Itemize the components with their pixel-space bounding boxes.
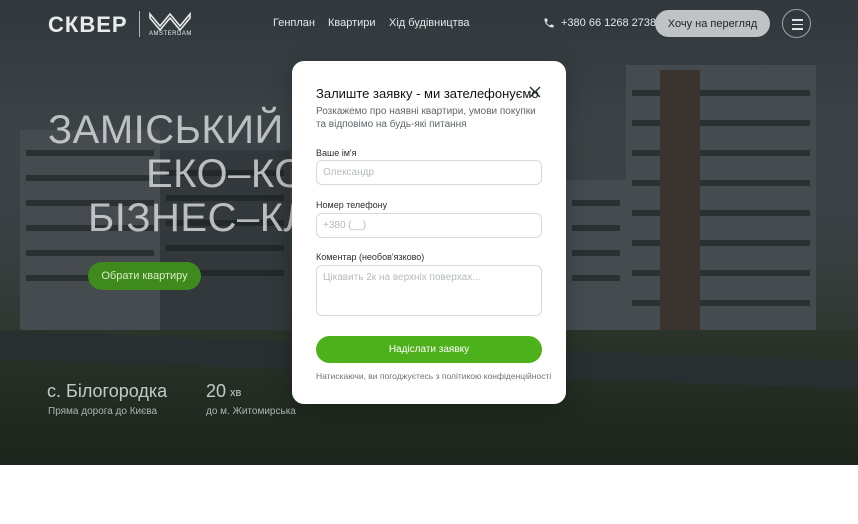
submit-request-button[interactable]: Надіслати заявку bbox=[316, 336, 542, 363]
travel-time-subtitle: до м. Житомирська bbox=[206, 406, 296, 417]
nav-apartments[interactable]: Квартири bbox=[328, 17, 376, 29]
comment-label: Коментар (необов'язково) bbox=[316, 252, 425, 262]
request-viewing-button[interactable]: Хочу на перегляд bbox=[655, 10, 770, 37]
menu-button[interactable] bbox=[782, 9, 811, 38]
privacy-consent-text: Натискаючи, ви погоджуєтесь з політикою … bbox=[316, 371, 552, 381]
name-input[interactable] bbox=[316, 160, 542, 185]
comment-textarea[interactable] bbox=[316, 265, 542, 316]
choose-apartment-button[interactable]: Обрати квартиру bbox=[88, 262, 201, 290]
nav-genplan[interactable]: Генплан bbox=[273, 17, 315, 29]
logo-subtitle: AMSTERDAM bbox=[149, 31, 192, 37]
logo[interactable]: СКВЕР bbox=[48, 12, 128, 38]
phone-input[interactable] bbox=[316, 213, 542, 238]
callback-modal: Залиште заявку - ми зателефонуємо Розкаж… bbox=[292, 61, 566, 404]
site-header: СКВЕР AMSTERDAM Генплан Квартири Хід буд… bbox=[0, 0, 858, 48]
travel-time-unit: хв bbox=[230, 387, 242, 399]
location-subtitle: Пряма дорога до Києва bbox=[48, 406, 158, 417]
menu-icon bbox=[792, 19, 803, 21]
phone-number[interactable]: +380 66 1268 2738 bbox=[561, 17, 656, 29]
modal-description: Розкажемо про наявні квартири, умови пок… bbox=[316, 106, 536, 130]
name-label: Ваше ім'я bbox=[316, 148, 357, 158]
menu-icon bbox=[792, 28, 803, 30]
logo-divider bbox=[139, 11, 140, 37]
headline-line-1: ЗАМІСЬКИЙ bbox=[48, 108, 284, 152]
menu-icon bbox=[792, 23, 803, 25]
phone-icon bbox=[544, 18, 554, 28]
nav-construction-progress[interactable]: Хід будівництва bbox=[389, 17, 470, 29]
phone-label: Номер телефону bbox=[316, 200, 388, 210]
close-icon[interactable] bbox=[528, 85, 542, 99]
travel-time-value: 20 bbox=[206, 381, 227, 401]
modal-title: Залиште заявку - ми зателефонуємо bbox=[316, 86, 539, 101]
location-title: с. Білогородка bbox=[47, 381, 168, 401]
